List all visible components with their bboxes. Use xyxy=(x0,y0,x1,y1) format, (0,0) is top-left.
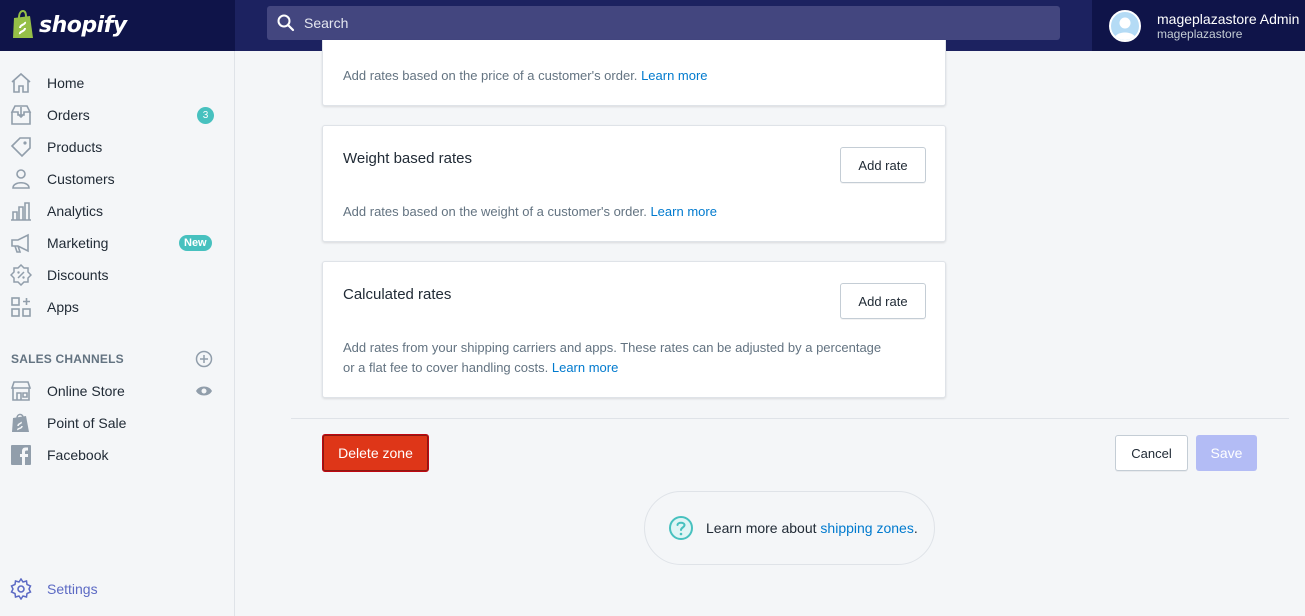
sidebar-item-home[interactable]: Home xyxy=(0,67,234,99)
sidebar-item-label: Products xyxy=(47,139,103,155)
sidebar-item-settings[interactable]: Settings xyxy=(0,573,234,605)
help-text: Learn more about xyxy=(706,520,817,536)
person-icon xyxy=(12,169,30,189)
sidebar-item-products[interactable]: Products xyxy=(0,131,234,163)
sidebar-item-facebook[interactable]: Facebook xyxy=(0,439,234,471)
sidebar-item-label: Online Store xyxy=(47,383,125,399)
cancel-button[interactable]: Cancel xyxy=(1115,435,1188,471)
sidebar-item-label: Point of Sale xyxy=(47,415,127,431)
orders-icon xyxy=(10,105,32,125)
add-channel-icon[interactable] xyxy=(195,350,213,368)
save-button[interactable]: Save xyxy=(1196,435,1257,471)
discount-icon xyxy=(10,264,32,286)
page-actions-divider xyxy=(291,418,1289,419)
sidebar-item-label: Settings xyxy=(47,581,98,597)
sidebar-item-point-of-sale[interactable]: Point of Sale xyxy=(0,407,234,439)
user-name: mageplazastore Admin xyxy=(1157,10,1300,27)
search-icon xyxy=(277,14,295,32)
calculated-rates-description: Add rates from your shipping carriers an… xyxy=(343,340,882,375)
facebook-icon xyxy=(11,445,31,465)
help-suffix: . xyxy=(913,520,918,536)
user-menu[interactable]: mageplazastore Admin mageplazastore xyxy=(1092,0,1305,51)
tag-icon xyxy=(10,137,31,158)
sidebar-item-analytics[interactable]: Analytics xyxy=(0,195,234,227)
weight-add-rate-button[interactable]: Add rate xyxy=(840,147,926,183)
shopify-bag-icon xyxy=(13,10,33,38)
sidebar-item-label: Marketing xyxy=(47,235,109,251)
price-rates-description: Add rates based on the price of a custom… xyxy=(343,68,708,83)
sidebar-item-orders[interactable]: Orders 3 xyxy=(0,99,234,131)
sidebar-item-apps[interactable]: Apps xyxy=(0,291,234,323)
sidebar-item-label: Discounts xyxy=(47,267,109,283)
apps-icon xyxy=(11,297,31,317)
calculated-add-rate-button[interactable]: Add rate xyxy=(840,283,926,319)
question-circle-icon xyxy=(669,516,693,540)
sidebar-item-customers[interactable]: Customers xyxy=(0,163,234,195)
sidebar-item-online-store[interactable]: Online Store xyxy=(0,375,234,407)
shopify-logo[interactable]: shopify xyxy=(11,10,127,40)
user-info: mageplazastore Admin mageplazastore xyxy=(1157,11,1299,41)
user-avatar-icon xyxy=(1114,17,1136,40)
bar-chart-icon xyxy=(11,202,31,221)
calculated-learn-more-link[interactable]: Learn more xyxy=(552,360,618,375)
logo-zone: shopify xyxy=(0,0,235,51)
store-icon xyxy=(10,381,32,401)
price-learn-more-link[interactable]: Learn more xyxy=(641,68,707,83)
sales-channels-heading: SALES CHANNELS xyxy=(11,352,124,366)
search-input[interactable] xyxy=(304,15,1004,31)
user-store-name: mageplazastore xyxy=(1157,26,1243,41)
sidebar-item-label: Analytics xyxy=(47,203,104,219)
calculated-rates-title: Calculated rates xyxy=(343,286,452,303)
sidebar-item-label: Facebook xyxy=(47,447,109,463)
new-badge: New xyxy=(179,235,212,251)
sidebar: Home Orders 3 Products Customers Analyti… xyxy=(0,51,235,616)
weight-learn-more-link[interactable]: Learn more xyxy=(650,204,716,219)
shipping-zones-link[interactable]: shipping zones xyxy=(820,520,913,536)
logo-text: shopify xyxy=(39,12,127,38)
weight-rates-title: Weight based rates xyxy=(343,150,472,167)
search-bar[interactable] xyxy=(267,6,1060,40)
sidebar-item-discounts[interactable]: Discounts xyxy=(0,259,234,291)
weight-based-rates-card: Weight based rates Add rate Add rates ba… xyxy=(322,125,946,242)
orders-count-badge: 3 xyxy=(197,106,214,124)
delete-zone-button[interactable]: Delete zone xyxy=(322,434,429,472)
sidebar-item-label: Apps xyxy=(47,299,79,315)
calculated-rates-card: Calculated rates Add rate Add rates from… xyxy=(322,261,946,398)
sidebar-item-label: Orders xyxy=(47,107,90,123)
home-icon xyxy=(11,72,31,93)
weight-rates-description: Add rates based on the weight of a custo… xyxy=(343,204,717,219)
sidebar-item-label: Customers xyxy=(47,171,115,187)
footer-help: Learn more about shipping zones. xyxy=(644,491,935,565)
price-based-rates-card: Add rates based on the price of a custom… xyxy=(322,40,946,106)
megaphone-icon xyxy=(11,233,29,253)
avatar xyxy=(1109,9,1141,42)
gear-icon xyxy=(10,578,32,600)
sidebar-item-label: Home xyxy=(47,75,85,91)
eye-icon[interactable] xyxy=(195,382,213,400)
shopping-bag-icon xyxy=(12,413,29,432)
sidebar-item-marketing[interactable]: Marketing New xyxy=(0,227,234,259)
